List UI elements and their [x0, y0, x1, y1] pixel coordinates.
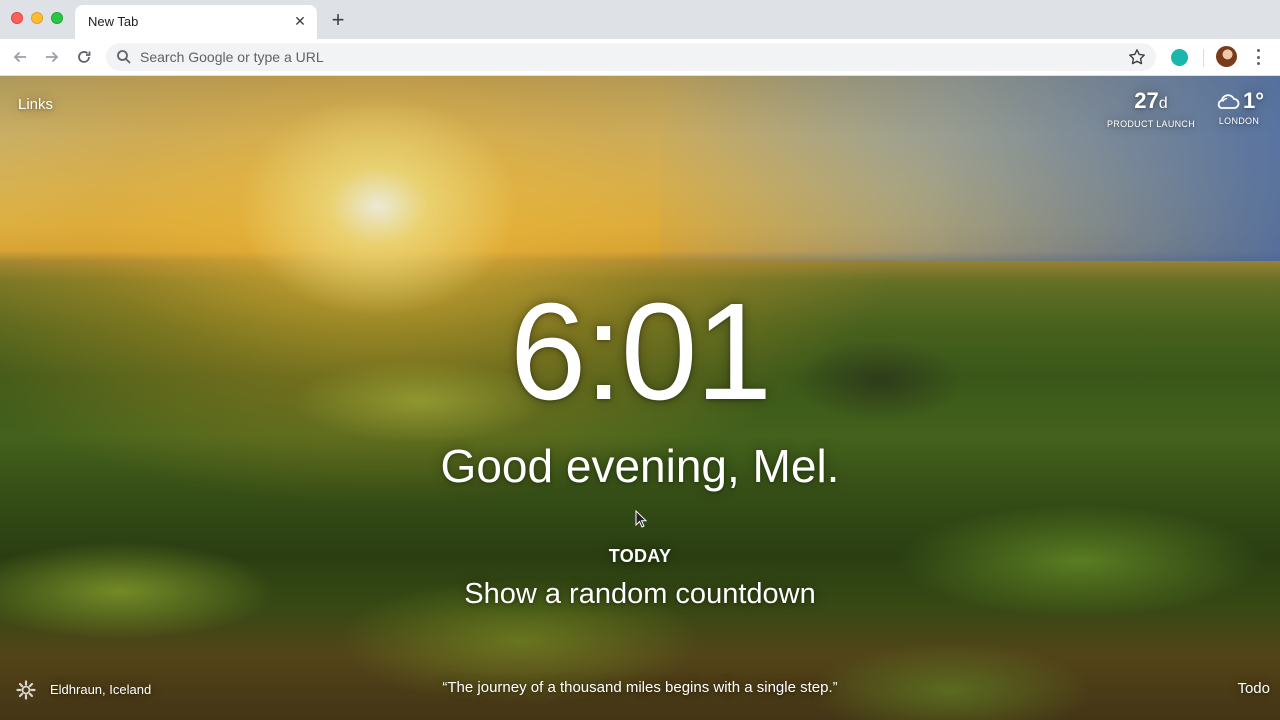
countdown-unit: d: [1158, 95, 1168, 112]
omnibox[interactable]: [106, 43, 1156, 71]
tab-strip: New Tab ✕ +: [0, 0, 1280, 39]
tab-title: New Tab: [88, 14, 139, 29]
focus-text[interactable]: Show a random countdown: [340, 576, 940, 612]
reload-icon: [78, 51, 91, 63]
weather-row: 1°: [1208, 88, 1270, 114]
window-zoom-button[interactable]: [51, 12, 63, 24]
omnibox-input[interactable]: [140, 47, 1100, 67]
new-tab-button[interactable]: +: [326, 9, 350, 33]
reload-button[interactable]: [72, 45, 96, 69]
more-menu-icon[interactable]: [1250, 47, 1266, 67]
weather-temperature: 1°: [1242, 88, 1265, 113]
star-icon[interactable]: [1128, 48, 1146, 66]
countdown-label: PRODUCT LAUNCH: [1106, 119, 1196, 129]
countdown-value: 27: [1134, 88, 1159, 113]
forward-button[interactable]: [40, 45, 64, 69]
search-icon: [117, 50, 131, 64]
window-minimize-button[interactable]: [31, 12, 43, 24]
quote[interactable]: “The journey of a thousand miles begins …: [340, 679, 940, 696]
profile-avatar[interactable]: [1216, 46, 1237, 67]
countdown-value-row: 27d: [1106, 88, 1196, 117]
greeting: Good evening, Mel.: [440, 440, 840, 492]
tab-new-tab[interactable]: New Tab ✕: [75, 5, 317, 39]
links-button[interactable]: Links: [18, 96, 53, 113]
gear-icon[interactable]: [16, 680, 36, 700]
focus-label: TODAY: [608, 546, 672, 566]
todo-button[interactable]: Todo: [1210, 680, 1270, 697]
photo-location[interactable]: Eldhraun, Iceland: [50, 682, 151, 697]
mouse-cursor-icon: [635, 510, 647, 528]
window-close-button[interactable]: [11, 12, 23, 24]
background-photo: Links 27d PRODUCT LAUNCH 1° LONDON 6:01 …: [0, 76, 1280, 720]
toolbar-divider: [1203, 49, 1204, 67]
back-arrow-icon: [13, 51, 26, 63]
back-button[interactable]: [8, 45, 32, 69]
countdown-widget[interactable]: 27d PRODUCT LAUNCH: [1106, 88, 1196, 129]
weather-city: LONDON: [1218, 116, 1260, 126]
weather-widget[interactable]: 1° LONDON: [1208, 88, 1270, 126]
tab-close-icon[interactable]: ✕: [292, 13, 308, 29]
forward-arrow-icon: [46, 51, 59, 63]
clock: 6:01: [509, 275, 773, 429]
cloud-icon: [1217, 94, 1240, 109]
extension-icon[interactable]: [1171, 49, 1188, 66]
browser-toolbar: [0, 39, 1280, 76]
